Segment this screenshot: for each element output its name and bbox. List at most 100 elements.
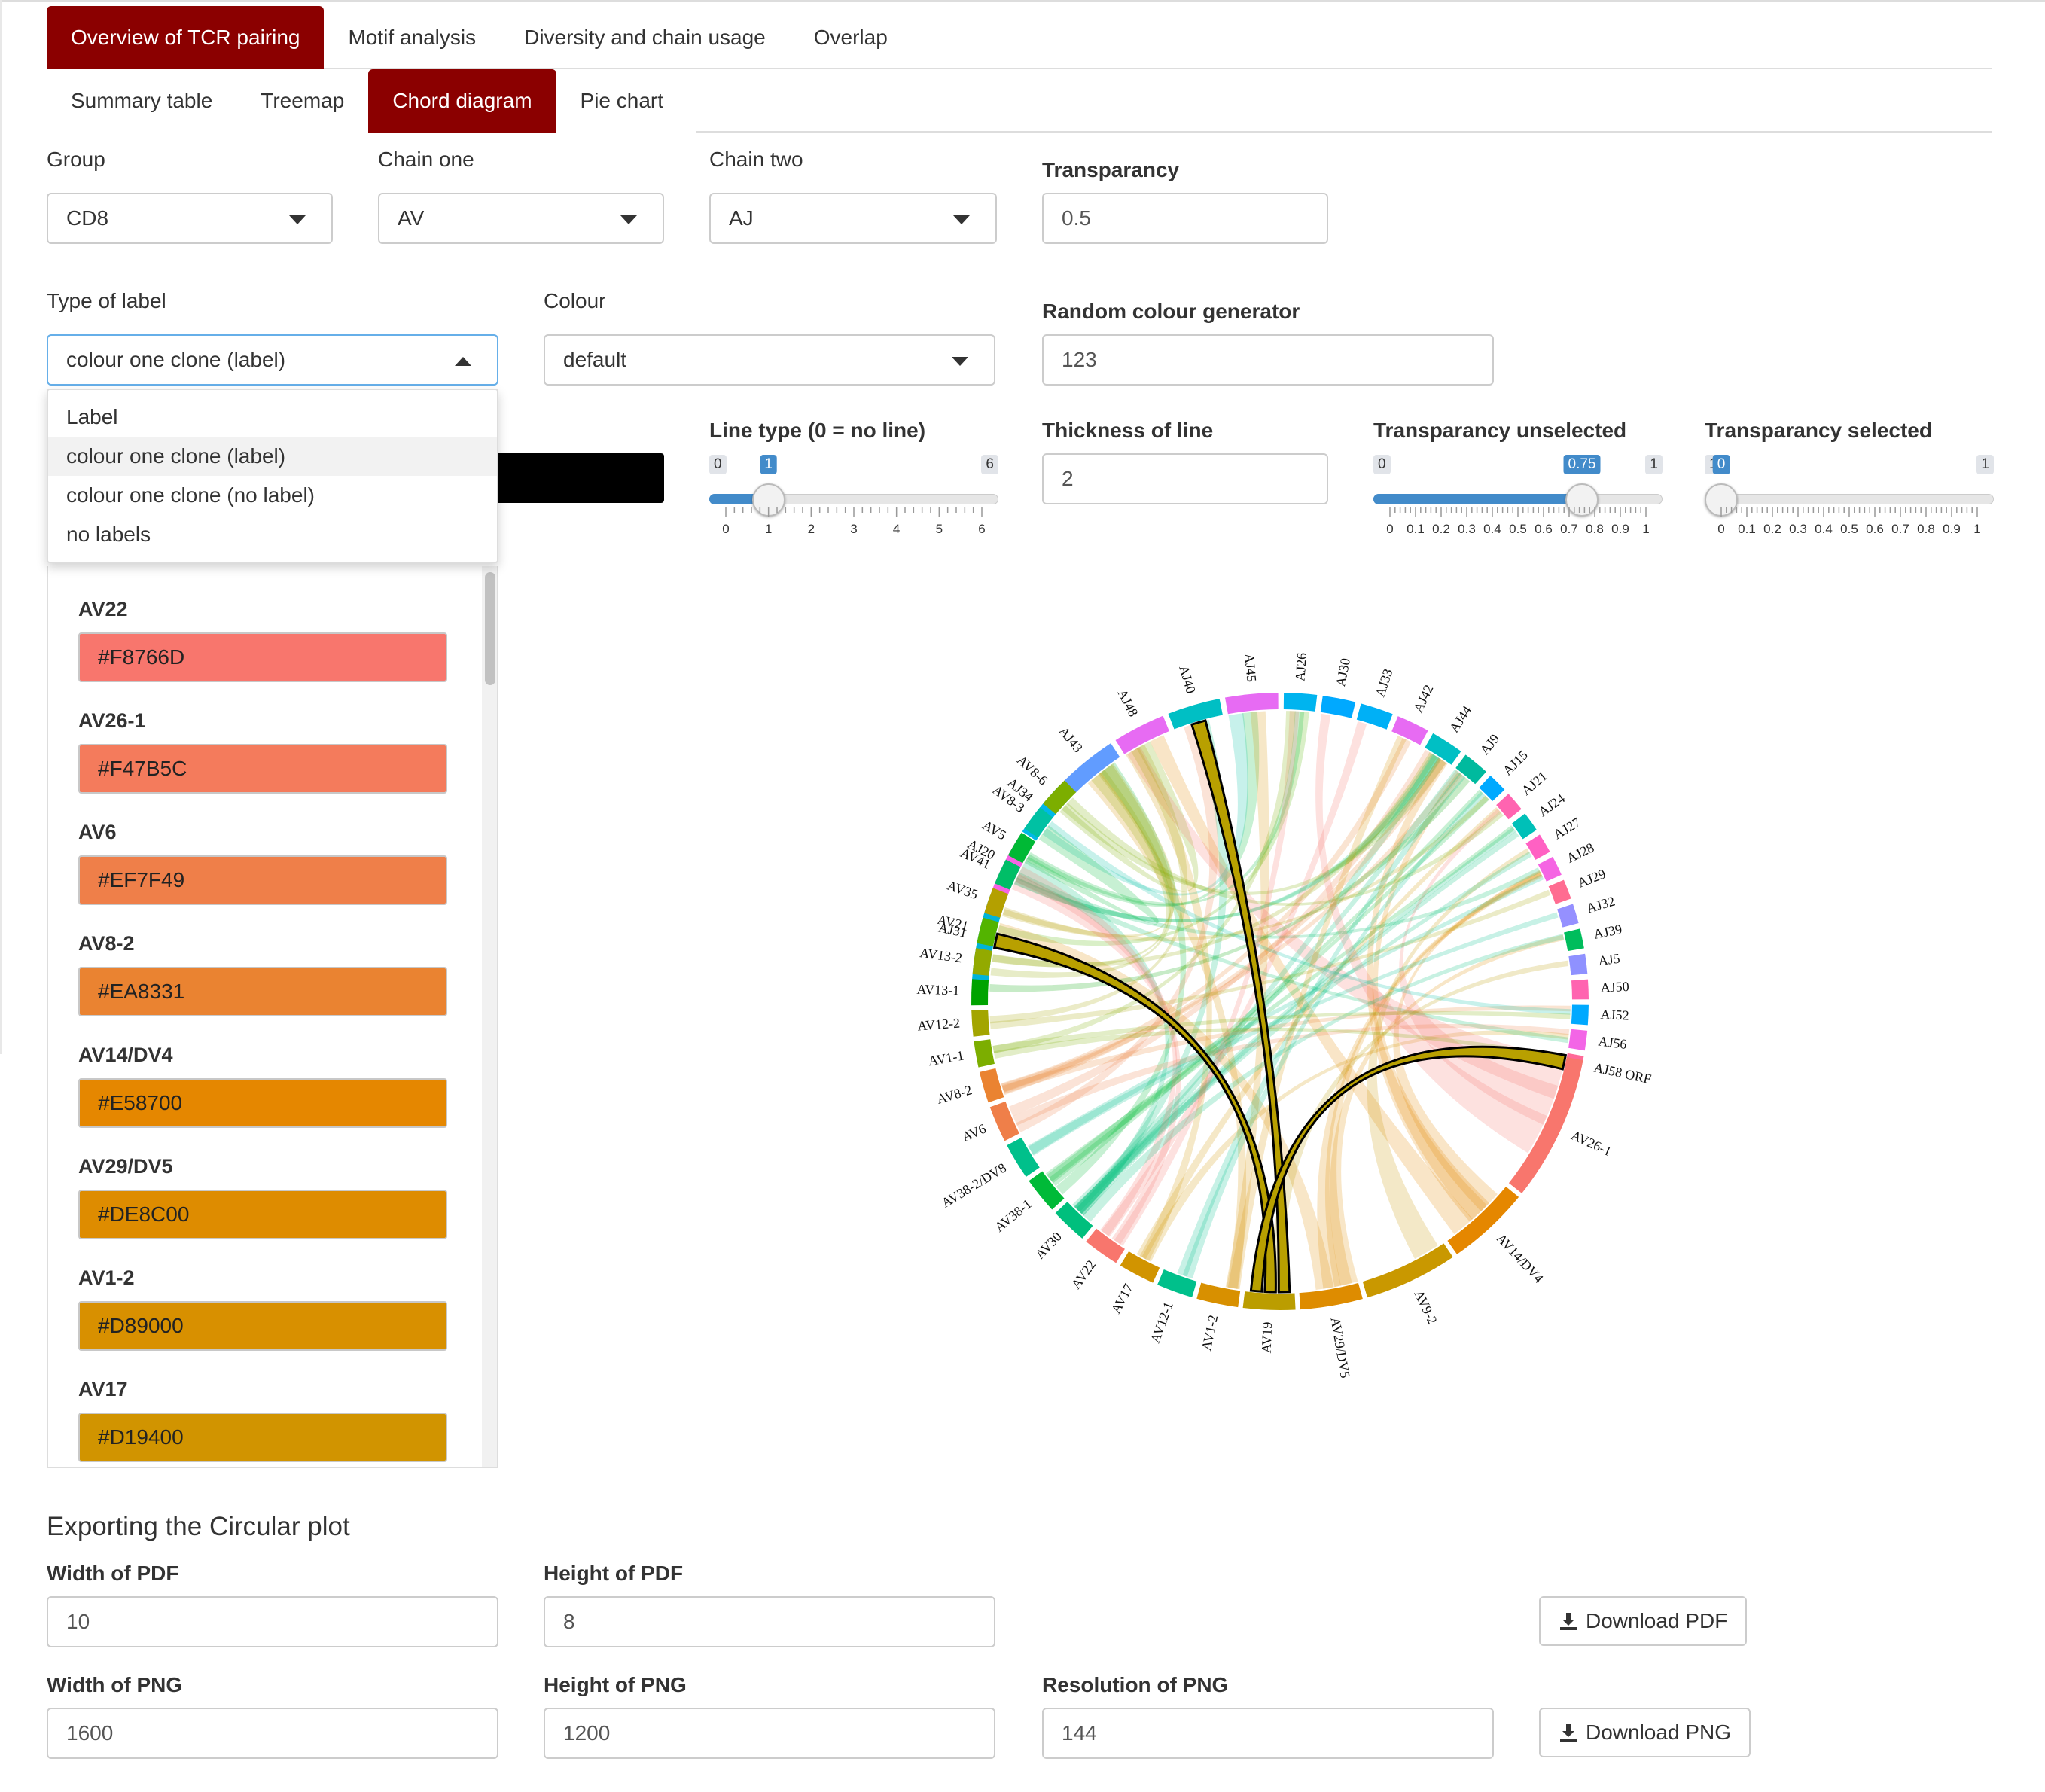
random-colour-label: Random colour generator (1042, 300, 1300, 323)
slider-tick-label: 5 (936, 522, 943, 536)
top-border (0, 0, 2045, 5)
slider-tick-label: 0.9 (1943, 522, 1961, 536)
chord-sector-label: AV22 (1068, 1257, 1099, 1292)
left-border (0, 0, 2, 1054)
slider-tick-label: 4 (893, 522, 900, 536)
slider-tick-label: 6 (978, 522, 985, 536)
download-icon (1560, 1613, 1577, 1630)
group-select[interactable]: CD8 (47, 193, 333, 244)
option-no-labels[interactable]: no labels (48, 515, 497, 554)
chord-sector (1362, 1243, 1453, 1298)
swatch-name: AV22 (78, 598, 128, 620)
chain-one-select[interactable]: AV (378, 193, 664, 244)
chord-sector-label: AJ21 (1519, 768, 1550, 798)
chord-sector-label: AJ40 (1176, 663, 1199, 695)
chord-sector-label: AJ24 (1535, 791, 1568, 819)
tab-overview[interactable]: Overview of TCR pairing (47, 6, 325, 69)
chord-sector-label: AV35 (945, 878, 980, 903)
swatch-name: AV8-2 (78, 932, 135, 955)
chord-sector-label: AV5 (980, 818, 1008, 843)
chain-two-select[interactable]: AJ (709, 193, 997, 244)
chord-sector-label: AV1-1 (927, 1047, 965, 1068)
download-png-button[interactable]: Download PNG (1539, 1708, 1751, 1757)
swatch-colour-input[interactable]: #EA8331 (78, 967, 447, 1016)
scrollbar-thumb[interactable] (485, 572, 495, 685)
tab-chord-diagram[interactable]: Chord diagram (368, 69, 556, 133)
transparency-selected-slider[interactable]: 11000.10.20.30.40.50.60.70.80.91 (1705, 455, 1994, 551)
resolution-png-input[interactable]: 144 (1042, 1708, 1494, 1759)
chord-sector-label: AV6 (959, 1121, 988, 1144)
slider-track[interactable] (1705, 494, 1994, 504)
chord-sector-label: AJ30 (1333, 657, 1353, 687)
slider-tick-label: 0.7 (1891, 522, 1909, 536)
width-pdf-input[interactable]: 10 (47, 1596, 498, 1647)
chord-diagram: AJ31AJ20AJ34AJ43AJ48AJ40 AJ45 AJ26 AJ30 AJ33… (916, 652, 1653, 1379)
type-of-label-select[interactable]: colour one clone (label) (47, 334, 498, 386)
option-colour-one-clone-no-label[interactable]: colour one clone (no label) (48, 476, 497, 515)
chord-sector-label: AJ56 (1598, 1033, 1628, 1052)
chevron-down-icon (953, 215, 970, 224)
swatch-colour-input[interactable]: #F47B5C (78, 744, 447, 794)
chord-sector (1571, 1004, 1589, 1026)
height-pdf-input[interactable]: 8 (544, 1596, 995, 1647)
random-colour-input[interactable]: 123 (1042, 334, 1494, 386)
slider-tick-label: 0.8 (1586, 522, 1604, 536)
height-pdf-label: Height of PDF (544, 1562, 684, 1585)
chord-sector-label: AJ58 ORF (1592, 1059, 1653, 1086)
swatch-hex: #D89000 (98, 1314, 184, 1337)
chord-sector-label: AJ29 (1576, 866, 1608, 890)
transparency-input[interactable]: 0.5 (1042, 193, 1328, 244)
tab-overlap[interactable]: Overlap (790, 6, 912, 69)
chord-sector-label: AJ52 (1600, 1007, 1629, 1023)
chord-sector (1568, 953, 1588, 976)
chord-sector-label: AV19 (1259, 1321, 1275, 1353)
resolution-png-label: Resolution of PNG (1042, 1673, 1229, 1696)
slider-tick-label: 0.3 (1789, 522, 1807, 536)
chevron-down-icon (952, 357, 968, 366)
slider-tick-label: 0.5 (1509, 522, 1527, 536)
colour-select[interactable]: default (544, 334, 995, 386)
line-type-label: Line type (0 = no line) (709, 419, 926, 442)
line-colour-swatch[interactable] (482, 453, 664, 503)
option-label[interactable]: Label (48, 398, 497, 437)
thickness-input[interactable]: 2 (1042, 453, 1328, 504)
chord-sector-label: AJ33 (1373, 667, 1396, 699)
slider-fill (1373, 494, 1582, 504)
chord-sector (974, 1039, 995, 1068)
export-title: Exporting the Circular plot (47, 1512, 350, 1541)
swatch-colour-input[interactable]: #F8766D (78, 632, 447, 682)
chord-sector-label: AV13-2 (919, 945, 963, 965)
chord-sector (1557, 904, 1579, 928)
option-colour-one-clone-label[interactable]: colour one clone (label) (48, 437, 497, 476)
swatch-colour-input[interactable]: #E58700 (78, 1078, 447, 1128)
tab-motif-analysis[interactable]: Motif analysis (324, 6, 500, 69)
height-png-input[interactable]: 1200 (544, 1708, 995, 1759)
slider-tick-label: 0 (1386, 522, 1393, 536)
width-png-input[interactable]: 1600 (47, 1708, 498, 1759)
tab-treemap[interactable]: Treemap (236, 69, 368, 133)
colour-picker-panel[interactable]: AV22 #F8766D AV26-1 #F47B5C AV6 #EF7F49 AV8-2 #… (47, 566, 498, 1468)
chord-sector-label: AV30 (1032, 1229, 1065, 1262)
line-type-slider[interactable]: 0 6 1 0 1 2 3 4 5 6 (709, 455, 998, 551)
panel-scrollbar[interactable] (482, 566, 497, 1467)
chord-sector (1242, 1291, 1296, 1310)
swatch-colour-input[interactable]: #D89000 (78, 1301, 447, 1351)
swatch-colour-input[interactable]: #EF7F49 (78, 855, 447, 905)
chord-sector-label: AJ42 (1410, 682, 1436, 715)
swatch-colour-input[interactable]: #D19400 (78, 1413, 447, 1462)
download-pdf-button[interactable]: Download PDF (1539, 1596, 1748, 1646)
tab-diversity[interactable]: Diversity and chain usage (500, 6, 790, 69)
slider-tick-label: 0.4 (1815, 522, 1833, 536)
transparency-unselected-slider[interactable]: 0 1 0.75 0 0.1 0.2 0.3 0.4 0.5 0.6 0.7 0.8 0.9 1 (1373, 455, 1663, 551)
chevron-up-icon (455, 357, 471, 366)
tab-pie-chart[interactable]: Pie chart (556, 69, 688, 133)
transparency-value: 0.5 (1062, 206, 1091, 230)
slider-max: 1 (1645, 455, 1663, 474)
swatch-colour-input[interactable]: #DE8C00 (78, 1190, 447, 1239)
slider-tick-label: 2 (808, 522, 815, 536)
thickness-label: Thickness of line (1042, 419, 1214, 442)
chain-two-label: Chain two (709, 148, 803, 171)
swatch-hex: #F47B5C (98, 757, 187, 780)
tab-summary-table[interactable]: Summary table (47, 69, 236, 133)
slider-grid: 0 0.1 0.2 0.3 0.4 0.5 0.6 0.7 0.8 0.9 1 (1717, 507, 1981, 536)
